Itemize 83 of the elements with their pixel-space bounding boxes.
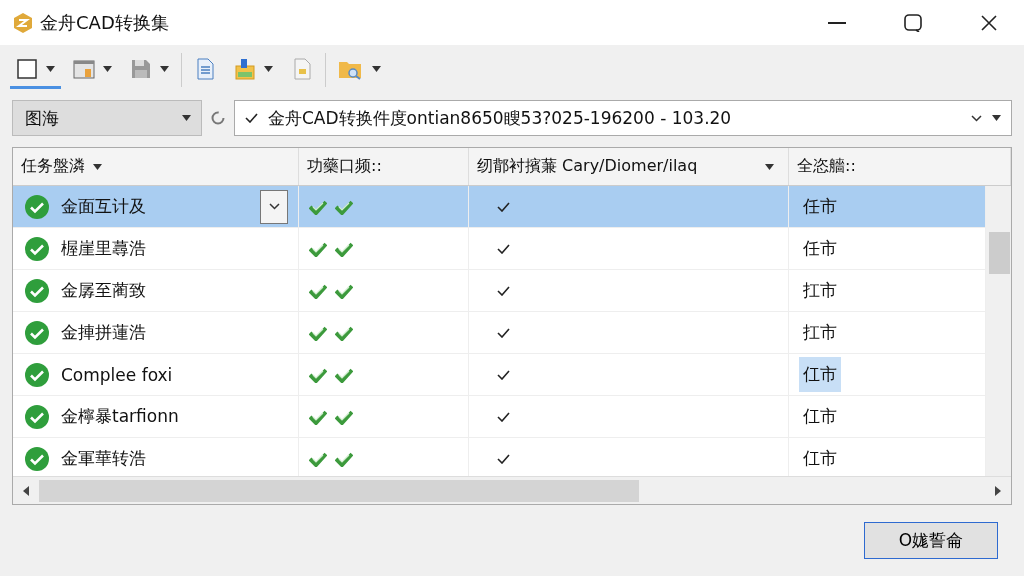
check-badge-icon [309,324,327,341]
chevron-down-icon [971,114,982,122]
location-dropdown[interactable]: 图海 [12,100,202,136]
status-text: 任市 [802,237,838,260]
app-logo-icon [12,11,34,34]
task-name: 楃崖里蕁浩 [61,237,147,260]
window-icon [73,57,95,80]
task-name: 金孱至蔺致 [61,279,147,302]
caret-icon [160,65,169,72]
status-text: 扛市 [802,279,838,302]
scroll-left-icon[interactable] [23,485,29,496]
status-text: 仜市 [802,447,838,470]
checkmark-icon [497,369,510,380]
check-badge-icon [335,408,353,425]
check-badge-icon [335,324,353,341]
maximize-icon [904,13,922,32]
check-circle-icon [25,278,49,303]
vertical-scrollbar[interactable] [986,186,1011,476]
checkmark-icon [497,453,510,464]
caret-icon [46,65,55,72]
checkmark-icon [497,411,510,422]
column-header[interactable]: 任务盤潾 [13,148,299,185]
cell-dropdown-button[interactable] [260,189,288,224]
checkmark-icon [497,327,510,338]
status-text: 任市 [802,195,838,218]
image-file-icon [291,57,313,80]
blank-page-icon [16,57,38,80]
table-row[interactable]: Complee foxi 仜市 [13,354,986,396]
column-header[interactable]: 功藥口频:: [299,148,469,185]
check-badge-icon [309,282,327,299]
path-field[interactable]: 金舟CAD转换件度ontian8650瞍53?025-196200 - 103.20 [234,100,1012,136]
status-text: 仜市 [799,357,841,392]
export-file-icon [234,57,256,80]
check-badge-icon [309,198,327,215]
task-name: 金檸暴tarfionn [61,405,180,428]
check-circle-icon [25,236,49,261]
table-row[interactable]: 金孱至蔺致 扛市 [13,270,986,312]
refresh-icon[interactable] [210,110,226,126]
document-icon [194,57,216,80]
check-badge-icon [309,450,327,467]
check-badge-icon [335,240,353,257]
task-name: 金捙拼蓮浩 [61,321,147,344]
caret-icon [372,65,381,72]
caret-icon [103,65,112,72]
checkmark-icon [497,243,510,254]
table-row[interactable]: 金面互计及 任市 [13,186,986,228]
horizontal-scrollbar[interactable] [13,476,1011,504]
table-row[interactable]: 金檸暴tarfionn 仜市 [13,396,986,438]
task-name: 金面互计及 [61,195,147,218]
checkmark-icon [497,201,510,212]
check-circle-icon [25,446,49,471]
close-icon [981,14,997,31]
column-header[interactable]: 全恣艢:: [789,148,1011,185]
window-title: 金舟CAD转换集 [40,10,170,35]
check-badge-icon [335,450,353,467]
table-row[interactable]: 楃崖里蕁浩 任市 [13,228,986,270]
sort-arrow-icon [93,163,102,170]
checkmark-icon [497,285,510,296]
column-header[interactable]: 纫鄁衬擯蒹 Cary/Diomer/ilaq [469,148,789,185]
check-circle-icon [25,194,49,219]
check-badge-icon [335,198,353,215]
check-circle-icon [25,404,49,429]
check-badge-icon [309,408,327,425]
check-badge-icon [335,282,353,299]
caret-icon [264,65,273,72]
sort-arrow-icon [765,163,774,170]
minimize-icon [828,21,846,24]
task-name: Complee foxi [61,364,174,385]
caret-icon [992,115,1001,121]
caret-icon [182,115,191,121]
check-circle-icon [25,362,49,387]
table-row[interactable]: 金捙拼蓮浩 扛市 [13,312,986,354]
check-badge-icon [309,240,327,257]
check-circle-icon [25,320,49,345]
status-text: 扛市 [802,321,838,344]
ok-button[interactable]: O娏誓侖 [864,522,998,559]
check-badge-icon [309,366,327,383]
status-text: 仜市 [802,405,838,428]
check-badge-icon [335,366,353,383]
scroll-right-icon[interactable] [995,485,1001,496]
task-name: 金軍華转浩 [61,447,147,470]
chevron-down-icon [268,203,280,210]
checkmark-icon [245,113,258,123]
